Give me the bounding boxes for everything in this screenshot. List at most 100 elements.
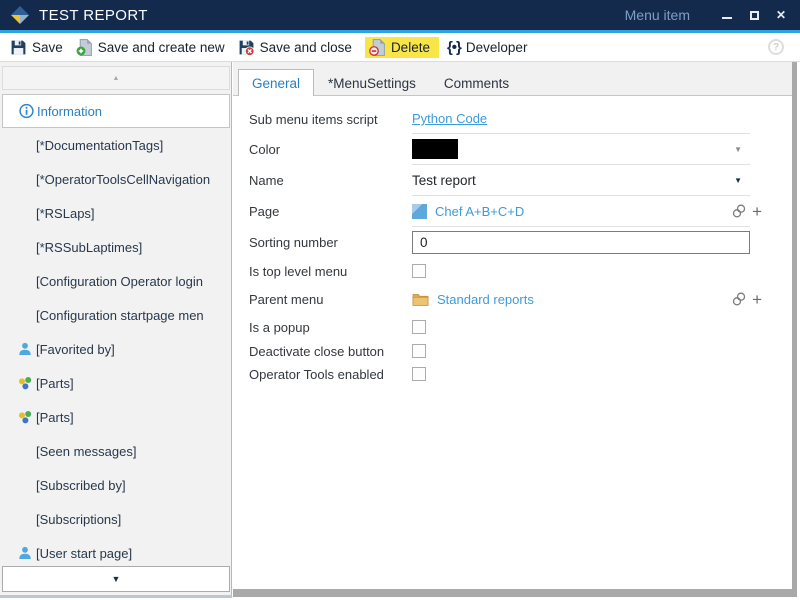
- chevron-down-icon[interactable]: ▼: [734, 176, 742, 185]
- save-and-create-new-button[interactable]: Save and create new: [72, 37, 234, 58]
- sidebar-item-subscribed-by[interactable]: [Subscribed by]: [0, 468, 232, 502]
- window-right-edge: [792, 62, 797, 597]
- context-label: Menu item: [625, 7, 690, 23]
- sidebar-bottom-edge: [0, 595, 232, 598]
- link-icon[interactable]: [731, 203, 747, 219]
- minimize-button[interactable]: [720, 7, 734, 23]
- field-label: Is top level menu: [249, 264, 412, 279]
- save-and-close-button[interactable]: Save and close: [234, 37, 361, 58]
- tab-comments[interactable]: Comments: [430, 69, 523, 96]
- sidebar-item-rssublaptimes[interactable]: [*RSSubLaptimes]: [0, 230, 232, 264]
- sidebar-item-seen-messages[interactable]: [Seen messages]: [0, 434, 232, 468]
- tab-general[interactable]: General: [238, 69, 314, 96]
- is-a-popup-checkbox[interactable]: [412, 320, 426, 334]
- save-and-create-new-label: Save and create new: [98, 40, 225, 55]
- folder-icon: [412, 292, 429, 306]
- field-label: Is a popup: [249, 320, 412, 335]
- sidebar-list: Information [*DocumentationTags] [*Opera…: [0, 94, 232, 570]
- developer-braces-icon: {•}: [447, 39, 461, 56]
- is-top-level-menu-checkbox[interactable]: [412, 264, 426, 278]
- sidebar-item-label: [*OperatorToolsCellNavigation: [36, 172, 210, 187]
- sidebar-item-label: [Favorited by]: [36, 342, 115, 357]
- maximize-button[interactable]: [747, 7, 761, 23]
- general-tab-panel: Sub menu items script Python Code Color …: [233, 96, 792, 589]
- sidebar-item-documentationtags[interactable]: [*DocumentationTags]: [0, 128, 232, 162]
- window-title: TEST REPORT: [39, 7, 148, 24]
- delete-label: Delete: [391, 40, 430, 55]
- sidebar-item-favorited-by[interactable]: [Favorited by]: [0, 332, 232, 366]
- parts-icon: [18, 410, 32, 424]
- tab-strip: General *MenuSettings Comments: [233, 62, 792, 96]
- sidebar-item-user-start-page[interactable]: [User start page]: [0, 536, 232, 570]
- field-label: Sorting number: [249, 235, 412, 250]
- page-icon: [412, 204, 427, 219]
- python-code-link[interactable]: Python Code: [412, 111, 487, 126]
- help-icon[interactable]: ?: [768, 39, 784, 55]
- field-label: Name: [249, 173, 412, 188]
- tab-menusettings[interactable]: *MenuSettings: [314, 69, 430, 96]
- form-row-color: Color ▼: [249, 134, 776, 165]
- sidebar-item-operatortoolscellnavigation[interactable]: [*OperatorToolsCellNavigation: [0, 162, 232, 196]
- sidebar-item-configuration-operator-login[interactable]: [Configuration Operator login: [0, 264, 232, 298]
- sidebar-item-subscriptions[interactable]: [Subscriptions]: [0, 502, 232, 536]
- field-label: Color: [249, 142, 412, 157]
- form-row-page: Page Chef A+B+C+D +: [249, 196, 776, 227]
- app-logo-icon: [10, 5, 30, 25]
- titlebar: TEST REPORT Menu item ✕: [0, 0, 800, 30]
- toolbar: Save Save and create new: [0, 33, 800, 62]
- field-label: Page: [249, 204, 412, 219]
- person-icon: [18, 342, 32, 356]
- sidebar: ▲ Information [*DocumentationTags] [*Ope…: [0, 62, 232, 598]
- save-close-icon: [238, 39, 255, 56]
- save-create-new-icon: [76, 39, 93, 56]
- window-bottom-edge: [233, 589, 797, 597]
- plus-icon[interactable]: +: [752, 203, 762, 220]
- sidebar-item-label: Information: [37, 104, 102, 119]
- chevron-down-icon[interactable]: ▼: [734, 145, 742, 154]
- field-label: Deactivate close button: [249, 344, 412, 359]
- color-swatch[interactable]: [412, 139, 458, 159]
- delete-button[interactable]: Delete: [365, 37, 439, 58]
- developer-label: Developer: [466, 40, 528, 55]
- minimize-icon: [722, 17, 732, 19]
- delete-icon: [369, 39, 386, 56]
- sidebar-item-label: [Configuration Operator login: [36, 274, 203, 289]
- page-link[interactable]: Chef A+B+C+D: [435, 204, 524, 219]
- sidebar-item-parts-1[interactable]: [Parts]: [0, 366, 232, 400]
- name-value[interactable]: Test report: [412, 173, 476, 188]
- save-icon: [10, 39, 27, 56]
- operator-tools-enabled-checkbox[interactable]: [412, 367, 426, 381]
- app-window: TEST REPORT Menu item ✕ Save: [0, 0, 800, 600]
- sidebar-item-configuration-startpage-menu[interactable]: [Configuration startpage men: [0, 298, 232, 332]
- info-icon: [19, 104, 34, 119]
- parts-icon: [18, 376, 32, 390]
- parent-menu-link[interactable]: Standard reports: [437, 292, 534, 307]
- link-icon[interactable]: [731, 291, 747, 307]
- sidebar-item-label: [*RSLaps]: [36, 206, 95, 221]
- sidebar-item-information[interactable]: Information: [2, 94, 230, 128]
- field-label: Parent menu: [249, 292, 412, 307]
- field-label: Sub menu items script: [249, 112, 412, 127]
- deactivate-close-button-checkbox[interactable]: [412, 344, 426, 358]
- close-button[interactable]: ✕: [774, 7, 788, 23]
- form-row-deactivate-close-button: Deactivate close button: [249, 339, 776, 363]
- form-row-name: Name Test report ▼: [249, 165, 776, 196]
- sidebar-item-label: [User start page]: [36, 546, 132, 561]
- maximize-icon: [750, 11, 759, 20]
- sidebar-scroll-up-button[interactable]: ▲: [2, 66, 230, 90]
- save-label: Save: [32, 40, 63, 55]
- sorting-number-input[interactable]: [412, 231, 750, 254]
- developer-button[interactable]: {•} Developer: [443, 37, 536, 58]
- plus-icon[interactable]: +: [752, 291, 762, 308]
- close-icon: ✕: [776, 9, 786, 21]
- sidebar-dropdown[interactable]: ▼: [2, 566, 230, 592]
- save-button[interactable]: Save: [6, 37, 72, 58]
- sidebar-item-parts-2[interactable]: [Parts]: [0, 400, 232, 434]
- form-row-operator-tools-enabled: Operator Tools enabled: [249, 362, 776, 386]
- sidebar-item-label: [Configuration startpage men: [36, 308, 204, 323]
- form-row-is-a-popup: Is a popup: [249, 314, 776, 340]
- form-row-sorting-number: Sorting number: [249, 227, 776, 258]
- sidebar-item-label: [Subscriptions]: [36, 512, 121, 527]
- sidebar-item-rslaps[interactable]: [*RSLaps]: [0, 196, 232, 230]
- form-row-parent-menu: Parent menu Standard reports: [249, 284, 776, 314]
